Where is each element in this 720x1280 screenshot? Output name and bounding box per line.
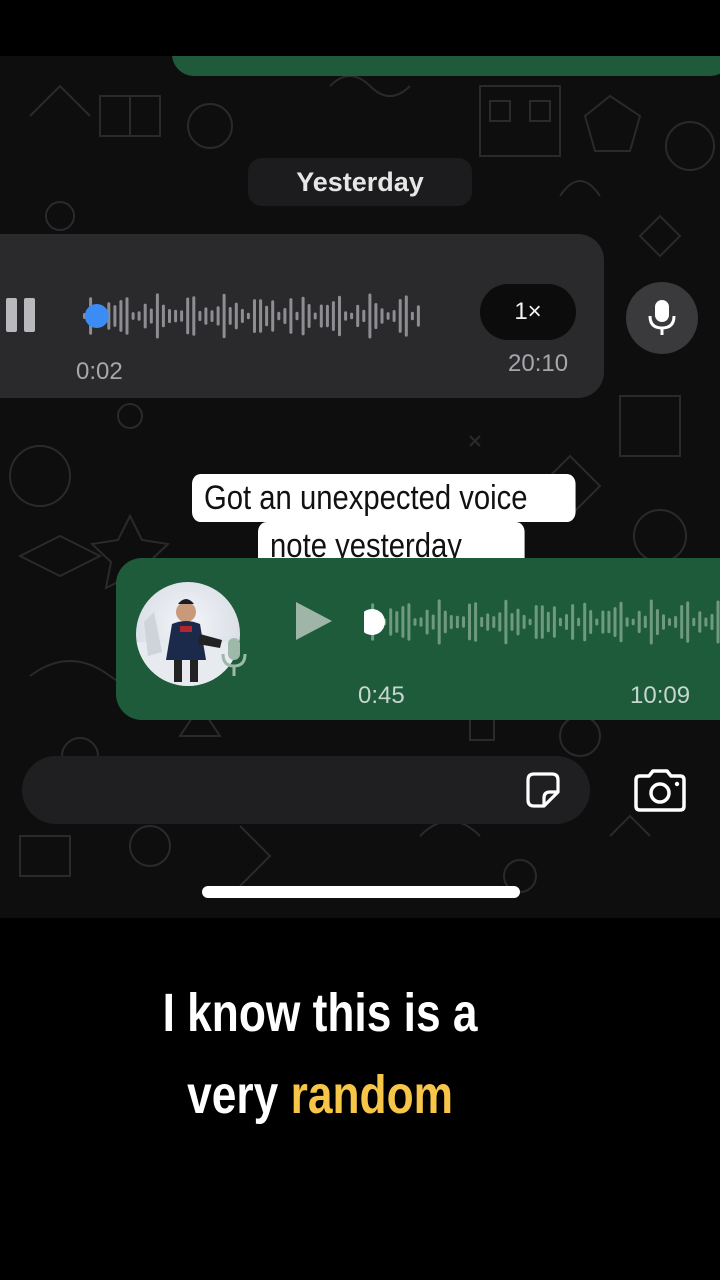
outgoing-voice-timestamp: 10:09 bbox=[630, 682, 691, 709]
home-indicator bbox=[202, 886, 520, 898]
chat-area: Yesterday 1× 0:02 20:10 Got an unexpecte… bbox=[0, 56, 720, 918]
camera-icon[interactable] bbox=[632, 768, 688, 814]
play-icon[interactable] bbox=[294, 600, 334, 642]
subtitle-line-2: very random bbox=[187, 1054, 453, 1136]
subtitle-line-1: I know this is a bbox=[162, 983, 478, 1043]
incoming-voice-timestamp: 20:10 bbox=[508, 350, 569, 377]
pause-icon[interactable] bbox=[6, 298, 42, 334]
incoming-voice-message[interactable]: 1× 0:02 20:10 bbox=[0, 234, 604, 398]
playhead bbox=[364, 609, 385, 635]
incoming-waveform[interactable] bbox=[82, 286, 422, 346]
date-separator: Yesterday bbox=[248, 158, 472, 206]
incoming-voice-duration: 0:02 bbox=[76, 358, 123, 385]
caption-line-1: Got an unexpected voice bbox=[192, 474, 576, 522]
playback-speed-button[interactable]: 1× bbox=[480, 284, 576, 340]
voice-mic-badge-icon bbox=[221, 638, 247, 676]
subtitle-highlight-word: random bbox=[290, 1065, 453, 1125]
outgoing-voice-message[interactable]: 0:45 10:09 bbox=[116, 558, 720, 720]
outgoing-waveform[interactable] bbox=[364, 592, 720, 652]
microphone-button[interactable] bbox=[626, 282, 698, 354]
outgoing-voice-duration: 0:45 bbox=[358, 682, 405, 709]
sticker-icon[interactable] bbox=[522, 770, 564, 812]
video-subtitle: I know this is a very random bbox=[0, 972, 640, 1136]
playhead bbox=[84, 304, 109, 328]
previous-message-bubble bbox=[172, 56, 720, 76]
message-input[interactable] bbox=[22, 756, 590, 824]
microphone-icon bbox=[648, 300, 676, 335]
subtitle-plain-word: very bbox=[187, 1065, 279, 1125]
